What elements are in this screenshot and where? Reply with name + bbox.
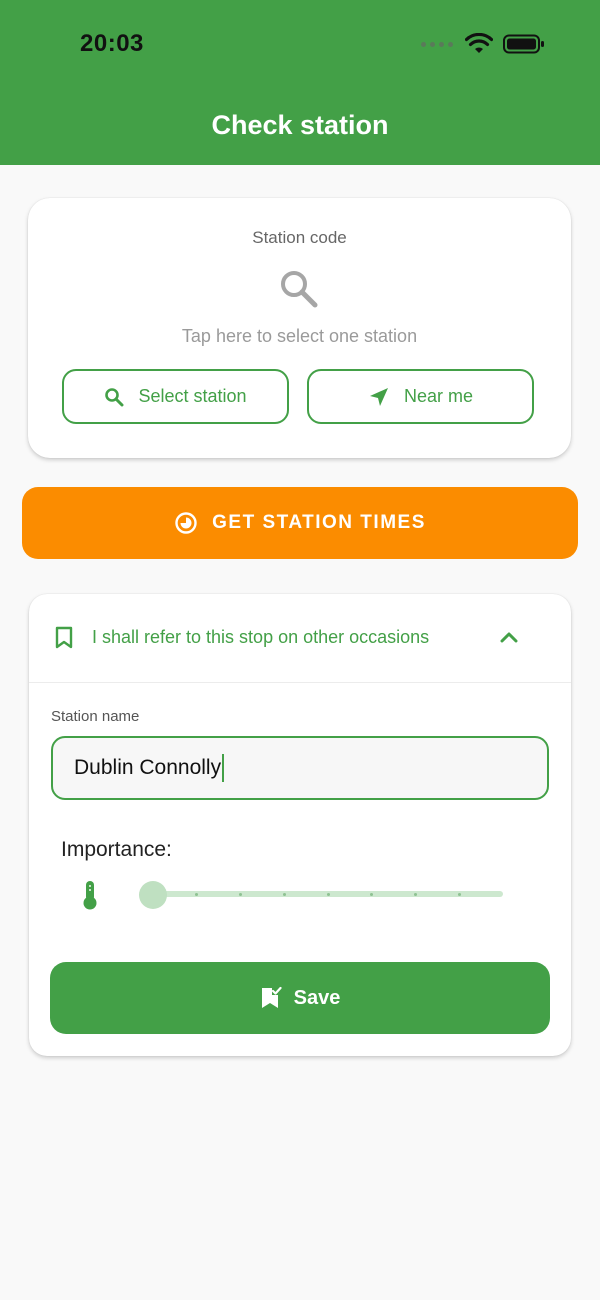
clock-icon xyxy=(175,512,197,534)
station-code-card[interactable]: Station code Tap here to select one stat… xyxy=(28,198,571,458)
navigation-arrow-icon xyxy=(369,387,388,406)
slider-tick xyxy=(326,893,330,896)
select-station-hint[interactable]: Tap here to select one station xyxy=(28,326,571,347)
near-me-label: Near me xyxy=(403,386,474,406)
battery-icon xyxy=(503,34,544,54)
station-code-label: Station code xyxy=(252,228,347,247)
save-label: Save xyxy=(293,986,341,1009)
page-title: Check station xyxy=(211,110,389,140)
slider-tick xyxy=(457,893,461,896)
text-caret xyxy=(222,754,225,782)
station-name-input[interactable]: Dublin Connolly xyxy=(51,736,549,800)
near-me-button[interactable]: Near me xyxy=(307,369,534,424)
slider-tick xyxy=(282,893,286,896)
chevron-up-icon xyxy=(500,632,518,643)
status-icons xyxy=(421,33,545,55)
signal-icon xyxy=(421,41,453,47)
slider-tick xyxy=(414,893,417,896)
slider-tick xyxy=(239,893,242,896)
status-time: 20:03 xyxy=(80,30,144,57)
station-name-value: Dublin Connolly xyxy=(74,756,222,779)
importance-label: Importance: xyxy=(61,838,172,861)
bookmark-card: I shall refer to this stop on other occa… xyxy=(29,594,571,1056)
bookmark-outline-icon xyxy=(55,626,73,649)
slider-thumb[interactable] xyxy=(139,881,167,909)
save-button[interactable]: Save xyxy=(50,962,550,1034)
get-station-times-label: GET STATION TIMES xyxy=(212,512,426,533)
bookmark-title: I shall refer to this stop on other occa… xyxy=(92,627,430,647)
app-header: 20:03 Check station xyxy=(0,0,600,165)
wifi-icon xyxy=(465,33,493,53)
importance-slider[interactable] xyxy=(139,881,519,909)
select-station-label: Select station xyxy=(138,386,247,406)
search-icon xyxy=(281,271,318,308)
thermometer-icon xyxy=(83,881,97,910)
station-name-label: Station name xyxy=(51,708,140,725)
select-station-button[interactable]: Select station xyxy=(62,369,289,424)
search-icon xyxy=(105,387,124,406)
get-station-times-button[interactable]: GET STATION TIMES xyxy=(22,487,578,559)
bookmark-expander[interactable]: I shall refer to this stop on other occa… xyxy=(29,594,571,683)
bookmark-check-icon xyxy=(261,986,282,1008)
